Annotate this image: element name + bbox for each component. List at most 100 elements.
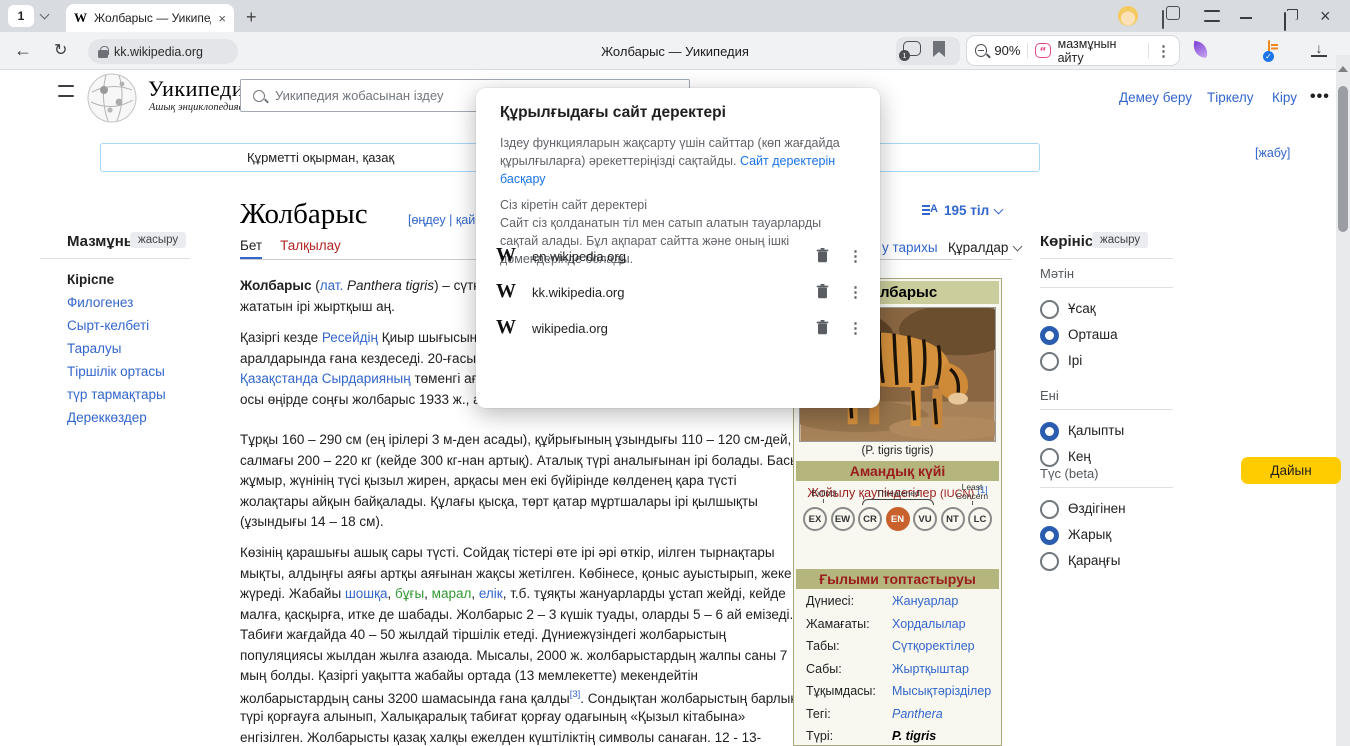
tab-talk[interactable]: Талқылау [280, 238, 341, 259]
status-circle-ew[interactable]: EW [831, 507, 855, 531]
radio-Өздігінен[interactable] [1040, 500, 1059, 519]
radio-label-Жарық[interactable]: Жарық [1068, 527, 1111, 542]
search-icon [253, 90, 265, 102]
language-selector[interactable]: 195 тіл [922, 203, 1002, 218]
zoom-level[interactable]: 90% [994, 43, 1020, 58]
toc-item-3[interactable]: Сырт-келбеті [67, 318, 149, 333]
toc-item-4[interactable]: Таралуы [67, 341, 122, 356]
taxonomy-value-link[interactable]: Хордалылар [892, 617, 966, 631]
docs-extension-icon[interactable]: ✓ [1268, 40, 1270, 59]
wiki-link[interactable]: лат. [320, 278, 344, 293]
site-kebab-icon[interactable]: ⋮ [848, 319, 863, 337]
tools-dropdown[interactable]: Құралдар [948, 240, 1021, 255]
taxonomy-label: Табы: [806, 639, 892, 653]
tab-close-icon[interactable]: × [218, 11, 226, 26]
status-circle-vu[interactable]: VU [913, 507, 937, 531]
tabs-panel-icon[interactable] [1162, 10, 1164, 29]
status-circle-en[interactable]: EN [886, 507, 910, 531]
taxonomy-label: Жамағаты: [806, 617, 892, 631]
radio-label-Ұсақ[interactable]: Ұсақ [1068, 301, 1096, 316]
wiki-link[interactable]: елік [479, 586, 503, 601]
text-segment: Panthera tigris [347, 278, 434, 293]
done-button[interactable]: Дайын [1241, 457, 1341, 484]
toc-item-2[interactable]: Филогенез [67, 295, 133, 310]
taxonomy-value-link[interactable]: Panthera [892, 707, 943, 721]
radio-label-Орташа[interactable]: Орташа [1068, 327, 1118, 342]
wiki-link[interactable]: марал [432, 586, 472, 601]
trash-icon[interactable] [816, 320, 829, 340]
radio-Орташа[interactable] [1040, 326, 1059, 345]
taxonomy-label: Түрі: [806, 729, 892, 743]
read-aloud-button[interactable]: мазмұнын айту [1058, 37, 1141, 65]
article-paragraph-4-line-7: мың болды. Қазіргі уақытта жабайы ортада… [240, 668, 698, 683]
status-circle-lc[interactable]: LC [968, 507, 992, 531]
radio-label-Өздігінен[interactable]: Өздігінен [1068, 501, 1126, 516]
toc-item-7[interactable]: Дереккөздер [67, 410, 147, 425]
trash-icon[interactable] [816, 248, 829, 268]
link-login[interactable]: Кіру [1272, 90, 1297, 105]
avatar[interactable] [1118, 6, 1138, 26]
scrollbar-up-arrow[interactable] [1338, 66, 1348, 72]
radio-label-Ірі[interactable]: Ірі [1068, 353, 1082, 368]
site-kebab-icon[interactable]: ⋮ [848, 247, 863, 265]
status-header: Амандық күйі [796, 461, 999, 481]
toc-item-6[interactable]: түр тармақтары [67, 387, 166, 402]
site-domain: kk.wikipedia.org [532, 285, 625, 300]
read-aloud-icon[interactable]: “ [1035, 43, 1050, 58]
radio-Қалыпты[interactable] [1040, 422, 1059, 441]
toc-hide-button[interactable]: жасыру [130, 232, 186, 248]
status-tick [823, 499, 824, 503]
new-tab-button[interactable]: + [246, 7, 257, 28]
minimize-button[interactable] [1240, 17, 1252, 19]
status-circle-ex[interactable]: EX [803, 507, 827, 531]
site-kebab-icon[interactable]: ⋮ [848, 283, 863, 301]
link-register[interactable]: Тіркелу [1207, 90, 1254, 105]
radio-Ұсақ[interactable] [1040, 300, 1059, 319]
maximize-button[interactable] [1284, 12, 1286, 31]
status-tick [972, 501, 973, 505]
scrollbar-thumb[interactable] [1338, 86, 1348, 232]
toc-item-1[interactable]: Кіріспе [67, 272, 114, 287]
taxonomy-row-2: Жамағаты:Хордалылар [806, 617, 989, 631]
status-circle-nt[interactable]: NT [941, 507, 965, 531]
taxonomy-value-link[interactable]: Жыртқыштар [892, 662, 969, 676]
radio-Кең[interactable] [1040, 448, 1059, 467]
radio-Ірі[interactable] [1040, 352, 1059, 371]
taxonomy-label: Тұқымдасы: [806, 684, 892, 698]
wiki-link[interactable]: Қазақстанда Сырдарияның [240, 371, 411, 386]
appearance-hide-button[interactable]: жасыру [1092, 232, 1148, 248]
tab-page[interactable]: Бет [240, 238, 262, 259]
zoom-out-icon[interactable] [975, 44, 987, 57]
wiki-link[interactable]: Ресейдің [322, 330, 378, 345]
user-menu-ellipsis-icon[interactable]: ••• [1310, 88, 1330, 106]
browser-tab[interactable]: W Жолбарыс — Уикипеди × [66, 4, 234, 32]
screen: 1 W Жолбарыс — Уикипеди × + × ← ↻ kk.wik… [0, 0, 1350, 746]
toc-item-5[interactable]: Тіршілік ортасы [67, 364, 165, 379]
trash-icon[interactable] [816, 284, 829, 304]
close-window-button[interactable]: × [1320, 6, 1331, 27]
pill-overflow-icon[interactable]: ⋮ [1156, 42, 1171, 60]
download-icon[interactable]: ↓ [1311, 42, 1327, 57]
site-data-badge: 1 [899, 50, 910, 61]
article-paragraph-4-line-4: малға, қасқырға, итке де шабады. Жолбары… [240, 607, 793, 622]
banner-close-link[interactable]: [жабу] [1255, 146, 1290, 160]
radio-Қараңғы[interactable] [1040, 552, 1059, 571]
radio-label-Қараңғы[interactable]: Қараңғы [1068, 553, 1120, 568]
wiki-link[interactable]: бұғы [395, 586, 424, 601]
text-segment: , [424, 586, 432, 601]
taxonomy-value-link[interactable]: Сүтқоректілер [892, 639, 975, 653]
link-donate[interactable]: Демеу беру [1119, 90, 1192, 105]
reference-link[interactable]: [3] [570, 689, 581, 700]
radio-label-Кең[interactable]: Кең [1068, 449, 1091, 464]
wikipedia-globe-logo[interactable] [86, 72, 138, 124]
radio-label-Қалыпты[interactable]: Қалыпты [1068, 423, 1124, 438]
text-segment: Жолбарыс [240, 278, 311, 293]
history-link-fragment[interactable]: у тарихы [882, 240, 938, 255]
radio-Жарық[interactable] [1040, 526, 1059, 545]
taxonomy-value-link[interactable]: Мысықтәрізділер [892, 684, 991, 698]
taxonomy-value-link[interactable]: Жануарлар [892, 594, 958, 608]
tab-counter-button[interactable]: 1 [8, 5, 34, 27]
status-circle-cr[interactable]: CR [858, 507, 882, 531]
article-paragraph-4-line-8: жолбарыстардың саны 3200 шамасында ғана … [240, 689, 796, 706]
wiki-link[interactable]: шошқа [345, 586, 388, 601]
